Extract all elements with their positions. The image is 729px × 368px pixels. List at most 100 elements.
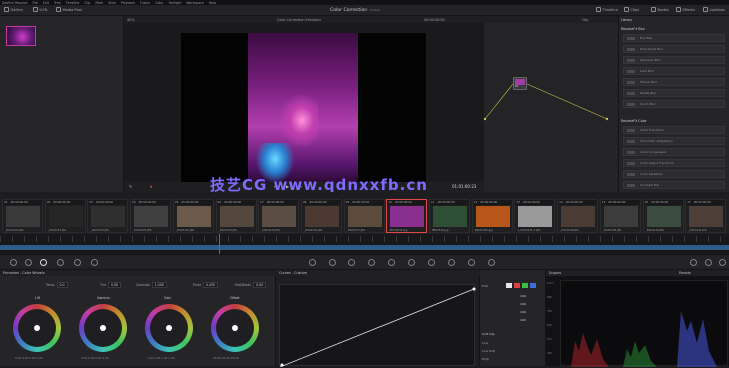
- 3d-icon[interactable]: [488, 259, 495, 266]
- library-item[interactable]: ACES Transform: [623, 126, 725, 134]
- clip-thumbnail[interactable]: 14 00:00:00:00 _DSC0138.JPG: [557, 199, 599, 233]
- color-warper-icon[interactable]: [329, 259, 336, 266]
- playhead[interactable]: [219, 234, 220, 254]
- menu-item-fairlight[interactable]: Fairlight: [169, 1, 182, 5]
- clip-thumbnail[interactable]: 08 00:00:00:00 _DSC0134.JPG: [300, 199, 342, 233]
- mid-detail-param[interactable]: Mid/Detail 0.00: [235, 282, 267, 288]
- menu-item-trim[interactable]: Trim: [54, 1, 61, 5]
- pen-icon[interactable]: ✎: [129, 184, 132, 189]
- curves-icon[interactable]: [309, 259, 316, 266]
- gamma-wheel[interactable]: [79, 304, 127, 352]
- menu-item-color[interactable]: Color: [155, 1, 163, 5]
- magic-mask-icon[interactable]: [408, 259, 415, 266]
- clip-thumbnail[interactable]: 06 00:00:00:00 _DSC0132.JPG: [215, 199, 257, 233]
- menu-item-fusion[interactable]: Fusion: [140, 1, 150, 5]
- menu-item-mark[interactable]: Mark: [95, 1, 103, 5]
- pivot-param[interactable]: Pivot 0.435: [193, 282, 218, 288]
- camera-raw-icon[interactable]: [10, 259, 17, 266]
- link-swatch[interactable]: [506, 283, 512, 288]
- library-item[interactable]: Box Blur: [623, 34, 725, 42]
- key-icon[interactable]: [448, 259, 455, 266]
- clips-button[interactable]: Clips: [624, 7, 639, 12]
- timeline-button[interactable]: Timeline: [596, 7, 618, 12]
- info-icon[interactable]: [719, 259, 726, 266]
- g-value[interactable]: 100: [520, 310, 526, 314]
- blue-swatch[interactable]: [530, 283, 536, 288]
- library-item[interactable]: Directional Blur: [623, 45, 725, 53]
- library-item[interactable]: Lens Blur: [623, 67, 725, 75]
- library-item[interactable]: Chromatic Adaptation: [623, 137, 725, 145]
- scopes-toggle-icon[interactable]: [705, 259, 712, 266]
- clip-thumbnail[interactable]: 02 00:00:00:00 _DSC0123.JPG: [44, 199, 86, 233]
- menu-item-clip[interactable]: Clip: [84, 1, 90, 5]
- library-item[interactable]: Color Stabilizer: [623, 170, 725, 178]
- clip-thumbnail[interactable]: 09 00:00:00:00 _DSC0137.JPG: [343, 199, 385, 233]
- r-value[interactable]: 100: [520, 302, 526, 306]
- clip-thumbnail[interactable]: 15 00:00:00:00 _DSC0139.JPG: [599, 199, 641, 233]
- lightbox-button[interactable]: Lightbox: [703, 7, 725, 12]
- clip-thumbnail[interactable]: 17 00:00:00:00 _DSC0141.JPG: [685, 199, 727, 233]
- luts-button[interactable]: LUTs: [33, 7, 47, 12]
- library-item[interactable]: Contrast Pop: [623, 181, 725, 189]
- blur-icon[interactable]: [428, 259, 435, 266]
- effects-button[interactable]: Effects: [676, 7, 695, 12]
- clip-thumbnail[interactable]: 05 00:00:00:00 _DSC0131.JPG: [172, 199, 214, 233]
- gallery-still[interactable]: [6, 26, 36, 46]
- clip-thumbnail[interactable]: 12 00:00:00:00 06072745.jpg: [471, 199, 513, 233]
- library-item[interactable]: Color Compressor: [623, 148, 725, 156]
- menu-item-edit[interactable]: Edit: [43, 1, 49, 5]
- curve-graph[interactable]: [279, 284, 476, 368]
- menu-item-help[interactable]: Help: [209, 1, 216, 5]
- offset-wheel[interactable]: [211, 304, 259, 352]
- nodes-button[interactable]: Nodes: [651, 7, 669, 12]
- clip-thumbnail[interactable]: 11 00:00:00:00 8802345.jpg: [429, 199, 470, 233]
- motion-effects-icon[interactable]: [91, 259, 98, 266]
- rgb-mixer-icon[interactable]: [74, 259, 81, 266]
- menu-item-playback[interactable]: Playback: [121, 1, 135, 5]
- menu-item-view[interactable]: View: [108, 1, 116, 5]
- scope-mode-select[interactable]: Parade: [679, 271, 691, 275]
- b-value[interactable]: 100: [520, 318, 526, 322]
- gain-wheel[interactable]: [145, 304, 193, 352]
- library-item[interactable]: Zoom Blur: [623, 100, 725, 108]
- clip-thumbnail[interactable]: 16 00:00:00:00 _DSC0140.JPG: [642, 199, 684, 233]
- gallery-button[interactable]: Gallery: [4, 7, 23, 12]
- clip-thumbnail[interactable]: 07 00:00:00:00 _DSC0133.JPG: [258, 199, 300, 233]
- clip-thumbnail[interactable]: 03 00:00:00:00 _DSC0124.JPG: [87, 199, 129, 233]
- temp-param[interactable]: Temp 0.0: [46, 282, 68, 288]
- menu-item-file[interactable]: File: [32, 1, 37, 5]
- color-match-icon[interactable]: [25, 259, 32, 266]
- clip-thumbnail[interactable]: 10 00:00:00:00 06722097.jpg: [386, 199, 428, 233]
- menu-item-workspace[interactable]: Workspace: [186, 1, 203, 5]
- menu-item-davinci-resolve[interactable]: DaVinci Resolve: [2, 1, 27, 5]
- sizing-icon[interactable]: [468, 259, 475, 266]
- serial-node[interactable]: 01: [513, 77, 527, 90]
- video-frame[interactable]: [181, 33, 426, 189]
- library-item[interactable]: Gaussian Blur: [623, 56, 725, 64]
- library-tab[interactable]: Library: [621, 18, 632, 22]
- hdr-wheels-icon[interactable]: [57, 259, 64, 266]
- y-value[interactable]: 100: [520, 294, 526, 298]
- lift-wheel[interactable]: [13, 304, 61, 352]
- library-item[interactable]: Radial Blur: [623, 89, 725, 97]
- tint-param[interactable]: Tint 0.00: [100, 282, 122, 288]
- scopes-header: Scopes Parade: [546, 270, 729, 276]
- mini-timeline[interactable]: [0, 234, 729, 254]
- clip-thumbnail[interactable]: 04 00:00:00:00 _DSC0125.JPG: [130, 199, 172, 233]
- color-wheels-icon[interactable]: [40, 259, 47, 266]
- zoom-level[interactable]: 40%: [127, 18, 135, 22]
- contrast-param[interactable]: Contrast 1.000: [136, 282, 167, 288]
- qualifier-icon[interactable]: [348, 259, 355, 266]
- red-swatch[interactable]: [514, 283, 520, 288]
- marker-icon[interactable]: ⏺: [150, 184, 152, 189]
- clip-thumbnail[interactable]: 13 00:00:00:00 1_DSC0125_1.JPG: [514, 199, 556, 233]
- media-pool-button[interactable]: Media Pool: [56, 7, 82, 12]
- green-swatch[interactable]: [522, 283, 528, 288]
- library-item[interactable]: Color Space Transform: [623, 159, 725, 167]
- window-icon[interactable]: [368, 259, 375, 266]
- menu-item-timeline[interactable]: Timeline: [66, 1, 80, 5]
- clip-thumbnail[interactable]: 01 00:00:00:00 _DSC0122.JPG: [2, 199, 43, 233]
- library-item[interactable]: Mosaic Blur: [623, 78, 725, 86]
- tracker-icon[interactable]: [388, 259, 395, 266]
- keyframes-icon[interactable]: [690, 259, 697, 266]
